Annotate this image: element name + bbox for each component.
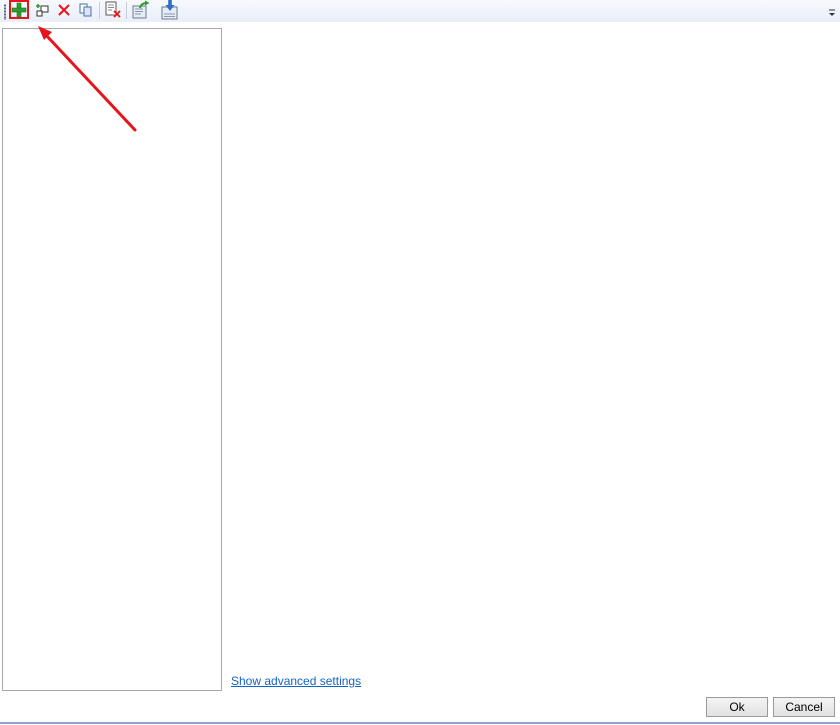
add-child-icon	[36, 4, 49, 17]
toolbar-separator	[99, 2, 100, 19]
toolbar-grip-icon[interactable]	[4, 4, 6, 20]
add-button-highlight	[9, 0, 29, 19]
item-list-panel[interactable]	[2, 28, 222, 691]
ok-button[interactable]: Ok	[706, 697, 768, 717]
toolbar-overflow-icon[interactable]	[828, 9, 836, 18]
show-advanced-settings-link[interactable]: Show advanced settings	[231, 674, 361, 688]
delete-button[interactable]	[54, 0, 74, 20]
delete-icon	[58, 4, 70, 16]
copy-icon	[79, 3, 92, 17]
delete-list-icon	[105, 1, 121, 18]
import-icon	[161, 0, 178, 20]
window-bottom-border	[0, 722, 840, 724]
add-child-button[interactable]	[32, 0, 52, 20]
import-button[interactable]	[160, 0, 180, 20]
delete-list-button[interactable]	[103, 0, 123, 20]
cancel-button[interactable]: Cancel	[773, 697, 835, 717]
copy-button[interactable]	[76, 0, 96, 20]
export-button[interactable]	[131, 0, 151, 20]
toolbar-separator	[126, 2, 127, 19]
export-icon	[132, 0, 150, 19]
toolbar	[0, 0, 840, 22]
